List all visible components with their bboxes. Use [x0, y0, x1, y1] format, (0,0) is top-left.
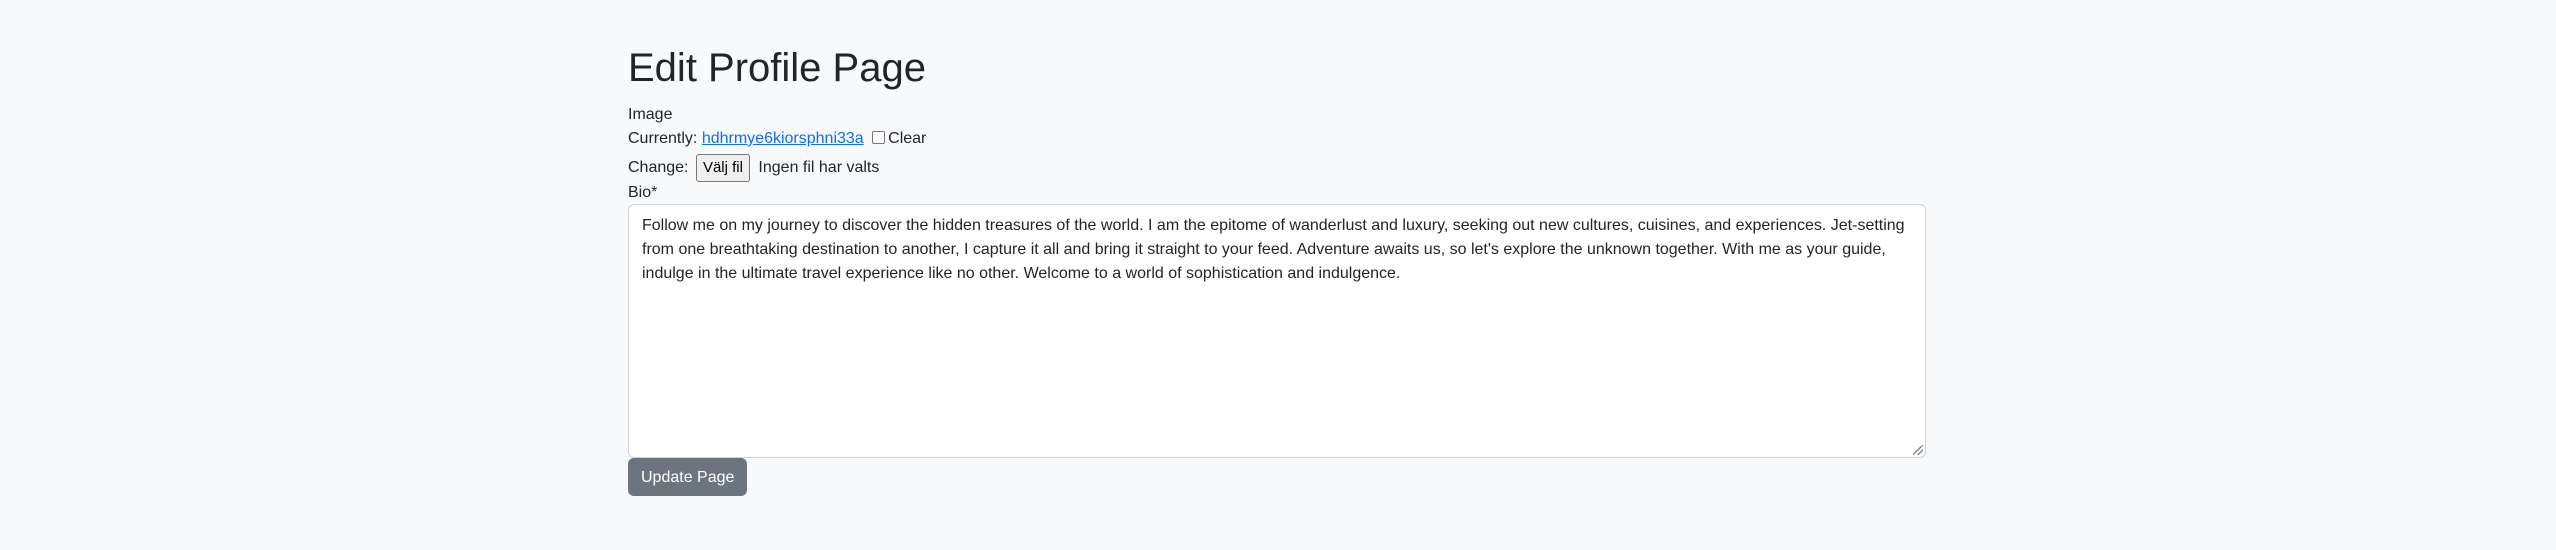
- clear-image-checkbox[interactable]: [872, 131, 886, 144]
- resize-grip-icon[interactable]: [1913, 445, 1923, 455]
- change-label: Change:: [628, 159, 689, 177]
- bio-textarea[interactable]: Follow me on my journey to discover the …: [628, 204, 1926, 458]
- page-title: Edit Profile Page: [628, 46, 926, 90]
- no-file-chosen-text: Ingen fil har valts: [758, 159, 880, 176]
- image-label: Image: [628, 106, 673, 123]
- clear-label: Clear: [888, 130, 927, 147]
- current-image-link[interactable]: hdhrmye6kiorsphni33a: [702, 130, 864, 147]
- update-page-button[interactable]: Update Page: [628, 458, 748, 496]
- current-image-row: Currently: hdhrmye6kiorsphni33a Clear: [628, 127, 926, 151]
- currently-label: Currently:: [628, 130, 698, 147]
- bio-text: Follow me on my journey to discover the …: [642, 217, 1905, 282]
- bio-label: Bio*: [628, 184, 658, 201]
- change-image-row: Change: Välj fil Ingen fil har valts: [628, 154, 879, 182]
- choose-file-button[interactable]: Välj fil: [695, 154, 750, 182]
